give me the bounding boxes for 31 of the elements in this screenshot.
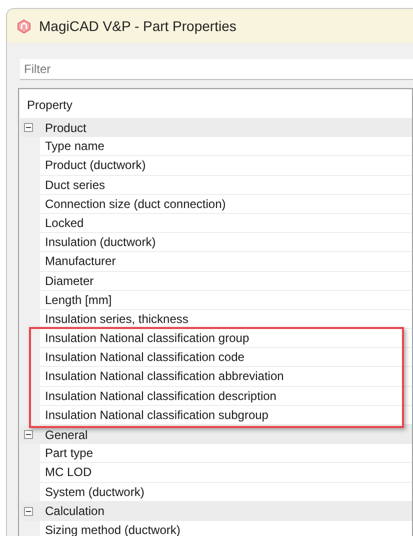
property-name: MC LOD (40, 463, 412, 483)
collapse-toggle[interactable] (24, 123, 33, 132)
property-name: Manufacturer (40, 252, 412, 272)
group-label: Product (45, 120, 86, 137)
collapse-toggle[interactable] (24, 430, 33, 440)
group-label: General (45, 426, 88, 444)
minus-icon (26, 508, 31, 514)
filter-field[interactable]: Filter (20, 59, 413, 80)
logo-icon (17, 18, 31, 34)
property-name: Product (ductwork) (40, 156, 412, 176)
property-name: Insulation National classification subgroup (40, 406, 412, 425)
minus-icon (26, 432, 31, 438)
property-name: Duct series (40, 176, 412, 195)
group-label: Calculation (45, 503, 104, 520)
property-name: Sizing method (ductwork) (40, 520, 412, 536)
property-name: Locked (40, 214, 412, 234)
property-name: Diameter (40, 272, 412, 291)
property-name: Connection size (duct connection) (40, 194, 412, 214)
property-name: Insulation National classification code (40, 348, 412, 368)
property-name: Insulation National classification group (40, 329, 412, 348)
property-name: Part type (40, 444, 412, 464)
window-title: MagiCAD V&P - Part Properties (39, 16, 236, 36)
property-name: Insulation (ductwork) (40, 233, 412, 252)
property-name: Type name (40, 137, 412, 156)
property-name: Insulation National classification abbreviation (40, 367, 412, 387)
property-name: System (ductwork) (40, 482, 412, 502)
column-header: Property (20, 90, 412, 118)
minus-icon (26, 125, 31, 130)
collapse-toggle[interactable] (24, 506, 33, 516)
property-name: Length [mm] (40, 290, 412, 310)
property-name: Insulation National classification description (40, 386, 412, 406)
